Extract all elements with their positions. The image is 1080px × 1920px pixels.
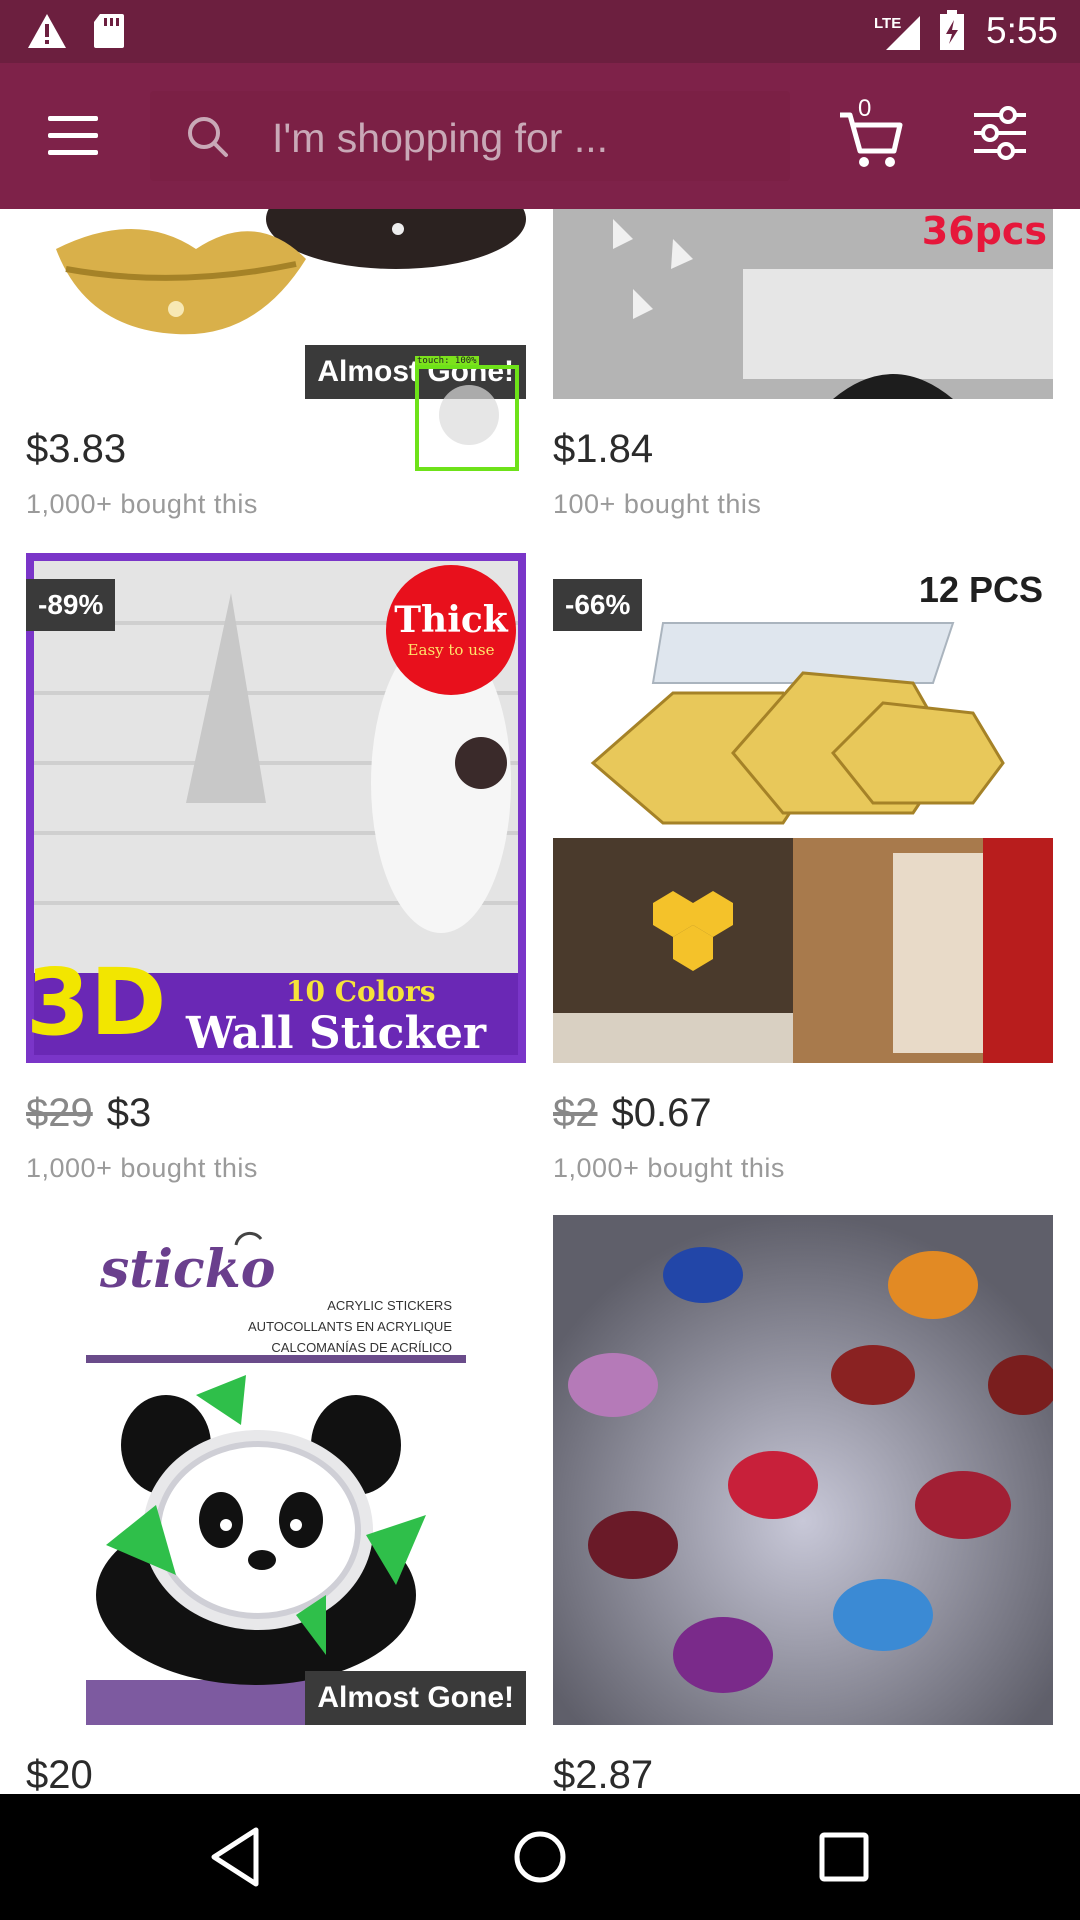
bought-count: 1,000+ bought this — [26, 489, 258, 519]
status-bar: LTE 5:55 — [0, 0, 1080, 63]
product-image[interactable]: Thick Easy to use 3D 10 Colors Wall Stic… — [26, 553, 526, 1063]
product-card-hexagon-mirrors[interactable]: 12 PCS -66% $2 $0.67 1,000+ bought this — [553, 553, 1053, 1184]
almost-gone-badge: Almost Gone! — [305, 1671, 526, 1725]
image-label: 12 PCS — [918, 569, 1043, 610]
warning-icon — [28, 14, 66, 48]
touch-circle — [439, 385, 499, 445]
wall-sticker-text: Wall Sticker — [186, 1008, 487, 1059]
cart-count-badge: 0 — [858, 95, 872, 122]
back-icon — [211, 1827, 259, 1887]
search-icon — [188, 117, 228, 157]
back-button[interactable] — [196, 1824, 276, 1890]
sale-price: $3 — [106, 1091, 152, 1135]
product-grid: Almost Gone! $3.83 1,000+ bought this 36… — [0, 209, 1080, 1794]
brand-logo: sticko — [100, 1239, 276, 1300]
product-card-panda-sticker[interactable]: sticko ACRYLIC STICKERS AUTOCOLLANTS EN … — [26, 1215, 526, 1794]
menu-button[interactable] — [38, 106, 108, 166]
touch-indicator — [415, 365, 519, 471]
bought-count: 100+ bought this — [553, 489, 762, 519]
filter-icon — [974, 106, 1026, 160]
product-card-led-butterflies[interactable]: $2.87 — [553, 1215, 1053, 1794]
status-time: 5:55 — [986, 10, 1059, 51]
product-price: $29 $3 — [26, 1091, 526, 1141]
discount-badge: -89% — [26, 579, 116, 631]
discount-badge: -66% — [553, 579, 643, 631]
search-input[interactable]: I'm shopping for ... — [150, 91, 790, 181]
product-image[interactable] — [553, 1215, 1053, 1725]
original-price: $29 — [26, 1091, 93, 1135]
product-price: $1.84 — [553, 427, 654, 471]
product-card-3d-wall-sticker[interactable]: Thick Easy to use 3D 10 Colors Wall Stic… — [26, 553, 526, 1184]
package-line-1: ACRYLIC STICKERS — [327, 1298, 452, 1313]
image-label: 36pcs — [921, 209, 1047, 253]
thick-text: Thick — [394, 599, 508, 641]
colors-text: 10 Colors — [286, 975, 436, 1008]
easy-text: Easy to use — [407, 641, 495, 659]
battery-charging-icon — [940, 10, 964, 50]
system-nav-bar — [0, 1794, 1080, 1920]
product-image[interactable]: sticko ACRYLIC STICKERS AUTOCOLLANTS EN … — [26, 1215, 526, 1725]
product-price: $2.87 — [553, 1753, 654, 1794]
home-icon — [514, 1831, 566, 1883]
product-price: $2 $0.67 — [553, 1091, 1053, 1141]
bought-count: 1,000+ bought this — [553, 1153, 785, 1183]
recents-icon — [819, 1832, 869, 1882]
thick-badge: Thick Easy to use — [386, 565, 516, 695]
package-text: ACRYLIC STICKERS AUTOCOLLANTS EN ACRYLIQ… — [248, 1295, 452, 1358]
product-price: $20 — [26, 1753, 93, 1794]
original-price: $2 — [553, 1091, 598, 1135]
cart-button[interactable]: 0 — [836, 95, 906, 171]
package-line-2: AUTOCOLLANTS EN ACRYLIQUE — [248, 1319, 452, 1334]
search-placeholder: I'm shopping for ... — [272, 115, 608, 161]
recents-button[interactable] — [804, 1824, 884, 1890]
home-button[interactable] — [500, 1824, 580, 1890]
network-label: LTE — [874, 15, 901, 32]
sd-card-icon — [94, 14, 124, 48]
signal-icon: LTE — [874, 15, 920, 50]
sale-price: $0.67 — [611, 1091, 712, 1135]
butterfly-led-image — [553, 1215, 1053, 1725]
three-d-text: 3D — [26, 949, 167, 1056]
product-image[interactable]: 36pcs — [553, 209, 1053, 399]
app-toolbar: I'm shopping for ... 0 — [0, 63, 1080, 209]
filter-button[interactable] — [970, 105, 1040, 165]
product-card-butterfly-stickers[interactable]: 36pcs $1.84 100+ bought this — [553, 209, 1053, 520]
package-line-3: CALCOMANÍAS DE ACRÍLICO — [271, 1340, 452, 1355]
bought-count: 1,000+ bought this — [26, 1153, 258, 1183]
product-image[interactable]: 12 PCS -66% — [553, 553, 1053, 1063]
